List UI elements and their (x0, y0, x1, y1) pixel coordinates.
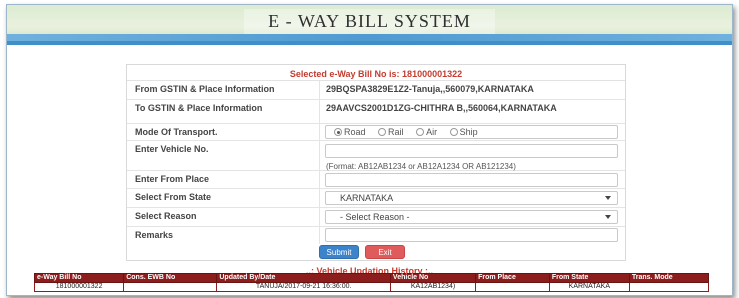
radio-ship[interactable] (449, 128, 458, 136)
column-header: From Place (475, 273, 550, 283)
mode-rail[interactable]: Rail (378, 126, 404, 138)
radio-rail[interactable] (378, 128, 387, 136)
remarks-row: Remarks (127, 227, 625, 244)
table-cell (475, 282, 550, 292)
column-header: From State (548, 273, 630, 283)
remarks-label: Remarks (135, 230, 174, 240)
radio-road[interactable] (334, 128, 342, 136)
from-state-select[interactable]: KARNATAKA (325, 191, 618, 205)
chevron-down-icon (605, 215, 611, 219)
column-header: Trans. Mode (628, 273, 710, 283)
from-gstin-label: From GSTIN & Place Information (135, 84, 275, 94)
table-cell (123, 282, 218, 292)
mode-label: Mode Of Transport. (135, 127, 218, 137)
mode-road-label: Road (344, 127, 366, 137)
reason-select[interactable]: - Select Reason - (325, 210, 618, 224)
mode-radio-group: Road Rail Air Ship (325, 125, 618, 139)
selected-ewb-title: Selected e-Way Bill No is: 181000001322 (127, 67, 625, 81)
to-gstin-row: To GSTIN & Place Information 29AAVCS2001… (127, 100, 625, 124)
to-gstin-value: 29AAVCS2001D1ZG-CHITHRA B,,560064,KARNAT… (326, 103, 557, 113)
vehicle-label: Enter Vehicle No. (135, 144, 209, 154)
reason-label: Select Reason (135, 211, 197, 221)
from-gstin-value: 29BQSPA3829E1Z2-Tanuja,,560079,KARNATAKA (326, 84, 534, 94)
radio-air[interactable] (416, 128, 425, 136)
reason-value: - Select Reason - (340, 212, 410, 222)
table-cell: 181000001322 (33, 282, 125, 292)
history-header-row: e-Way Bill No Cons. EWB No Updated By/Da… (33, 273, 710, 283)
mode-row: Mode Of Transport. Road Rail Air Ship (127, 124, 625, 141)
column-header: Vehicle No (389, 273, 477, 283)
table-cell (628, 282, 710, 292)
vehicle-row: Enter Vehicle No. (Format: AB12AB1234 or… (127, 141, 625, 171)
mode-road[interactable]: Road (334, 126, 366, 138)
from-place-label: Enter From Place (135, 174, 210, 184)
table-row: 181000001322 TANUJA/2017-09-21 16:36:00.… (33, 282, 710, 292)
app-title: E - WAY BILL SYSTEM (244, 9, 495, 34)
to-gstin-label: To GSTIN & Place Information (135, 103, 263, 113)
table-cell: TANUJA/2017-09-21 16:36:00. (216, 282, 391, 292)
from-state-value: KARNATAKA (340, 193, 394, 203)
vehicle-format-hint: (Format: AB12AB1234 or AB12A1234 OR AB12… (326, 162, 516, 171)
column-header: Cons. EWB No (123, 273, 218, 283)
from-place-row: Enter From Place (127, 171, 625, 189)
header-banner: E - WAY BILL SYSTEM (7, 5, 732, 45)
table-cell: KA12AB1234) (389, 282, 477, 292)
vehicle-update-form: Selected e-Way Bill No is: 181000001322 … (126, 64, 626, 261)
vehicle-input[interactable] (325, 144, 618, 158)
form-actions: Submit Exit (319, 245, 405, 263)
from-place-input[interactable] (325, 173, 618, 187)
mode-rail-label: Rail (388, 127, 404, 137)
column-header: Updated By/Date (216, 273, 391, 283)
from-state-row: Select From State KARNATAKA (127, 189, 625, 208)
mode-air-label: Air (426, 127, 438, 137)
column-header: e-Way Bill No (33, 273, 125, 283)
history-table: e-Way Bill No Cons. EWB No Updated By/Da… (33, 273, 710, 292)
reason-row: Select Reason - Select Reason - (127, 208, 625, 227)
submit-button[interactable]: Submit (319, 245, 359, 259)
mode-ship[interactable]: Ship (449, 126, 478, 138)
remarks-input[interactable] (325, 228, 618, 242)
header-bar (7, 34, 732, 41)
from-gstin-row: From GSTIN & Place Information 29BQSPA38… (127, 81, 625, 100)
chevron-down-icon (605, 196, 611, 200)
exit-button[interactable]: Exit (365, 245, 405, 259)
from-state-label: Select From State (135, 192, 212, 202)
table-cell: KARNATAKA (548, 282, 630, 292)
mode-ship-label: Ship (459, 127, 478, 137)
mode-air[interactable]: Air (416, 126, 437, 138)
